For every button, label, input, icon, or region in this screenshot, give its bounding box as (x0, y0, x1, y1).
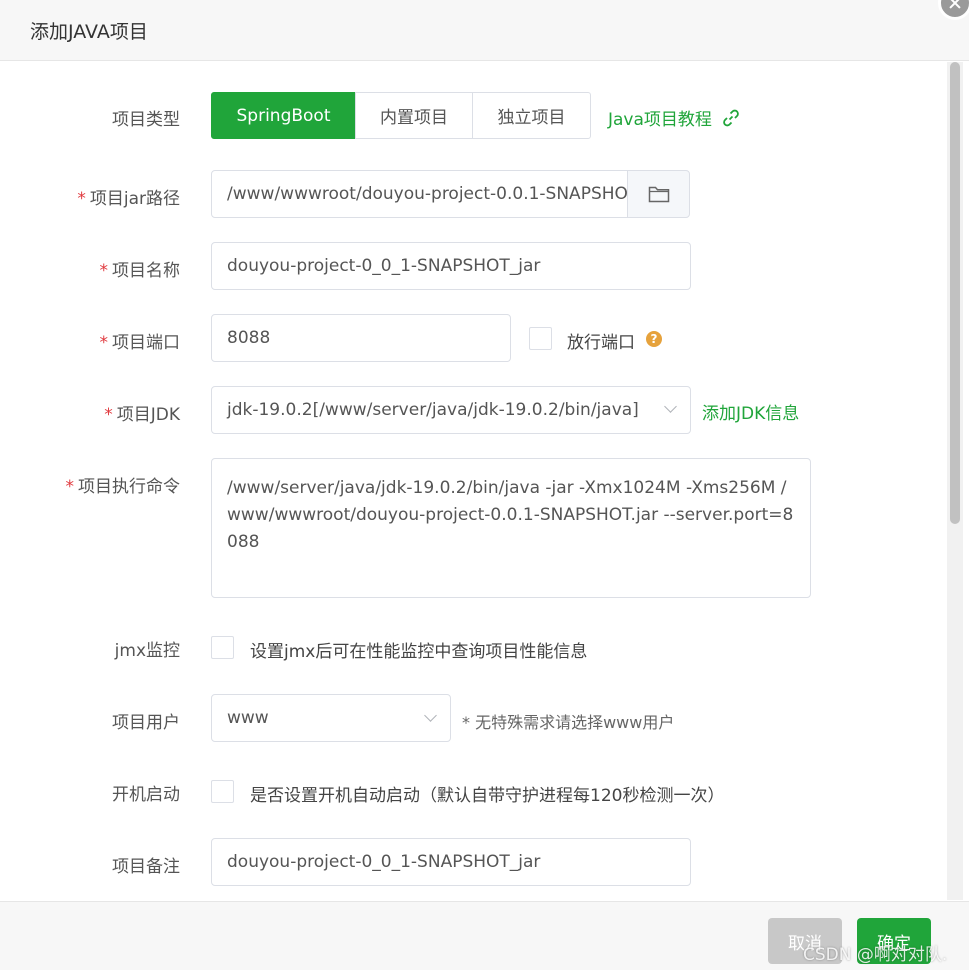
exec-command-textarea[interactable]: /www/server/java/jdk-19.0.2/bin/java -ja… (211, 458, 811, 598)
exec-command-label: * 项目执行命令 (65, 477, 181, 497)
jdk-select[interactable]: jdk-19.0.2[/www/server/java/jdk-19.0.2/b… (211, 386, 691, 434)
project-name-label: * 项目名称 (99, 261, 181, 281)
jmx-checkbox[interactable] (211, 636, 234, 659)
autostart-checkbox-text: 是否设置开机自动启动（默认自带守护进程每120秒检测一次） (250, 786, 725, 806)
browse-folder-button[interactable] (627, 170, 690, 218)
project-port-input[interactable]: 8088 (211, 314, 511, 362)
autostart-label: 开机启动 (112, 785, 180, 805)
open-port-label: 放行端口 (567, 333, 635, 353)
type-option-builtin[interactable]: 内置项目 (355, 92, 473, 139)
jar-path-input[interactable]: /www/wwwroot/douyou-project-0.0.1-SNAPSH… (211, 170, 628, 218)
java-tutorial-link[interactable]: Java项目教程 (608, 105, 741, 130)
project-name-input[interactable]: douyou-project-0_0_1-SNAPSHOT_jar (211, 242, 691, 290)
scrollbar-thumb[interactable] (950, 62, 960, 524)
project-jdk-label: * 项目JDK (104, 405, 180, 425)
external-link-icon (723, 109, 740, 127)
jmx-checkbox-text: 设置jmx后可在性能监控中查询项目性能信息 (250, 642, 588, 662)
jar-path-label: * 项目jar路径 (77, 189, 180, 209)
dialog-title: 添加JAVA项目 (30, 21, 148, 43)
remark-input[interactable]: douyou-project-0_0_1-SNAPSHOT_jar (211, 838, 691, 886)
open-port-checkbox[interactable] (529, 327, 552, 350)
help-icon[interactable]: ? (646, 331, 662, 347)
type-option-standalone[interactable]: 独立项目 (472, 92, 591, 139)
folder-icon (648, 186, 669, 203)
jmx-label: jmx监控 (114, 641, 180, 661)
user-hint: * 无特殊需求请选择www用户 (462, 713, 675, 732)
add-java-project-dialog: 添加JAVA项目 项目类型 SpringBoot 内置项目 独立项目 Java项… (0, 0, 969, 970)
type-option-springboot[interactable]: SpringBoot (211, 92, 356, 139)
watermark-text: CSDN @啊对对队. (803, 945, 948, 965)
project-type-label: 项目类型 (112, 110, 180, 130)
user-select[interactable]: www (211, 694, 451, 742)
project-port-label: * 项目端口 (99, 333, 181, 353)
project-user-label: 项目用户 (112, 713, 180, 733)
remark-label: 项目备注 (112, 857, 180, 877)
dialog-title-bar: 添加JAVA项目 (0, 0, 969, 61)
autostart-checkbox[interactable] (211, 780, 234, 803)
add-jdk-link[interactable]: 添加JDK信息 (702, 399, 799, 424)
